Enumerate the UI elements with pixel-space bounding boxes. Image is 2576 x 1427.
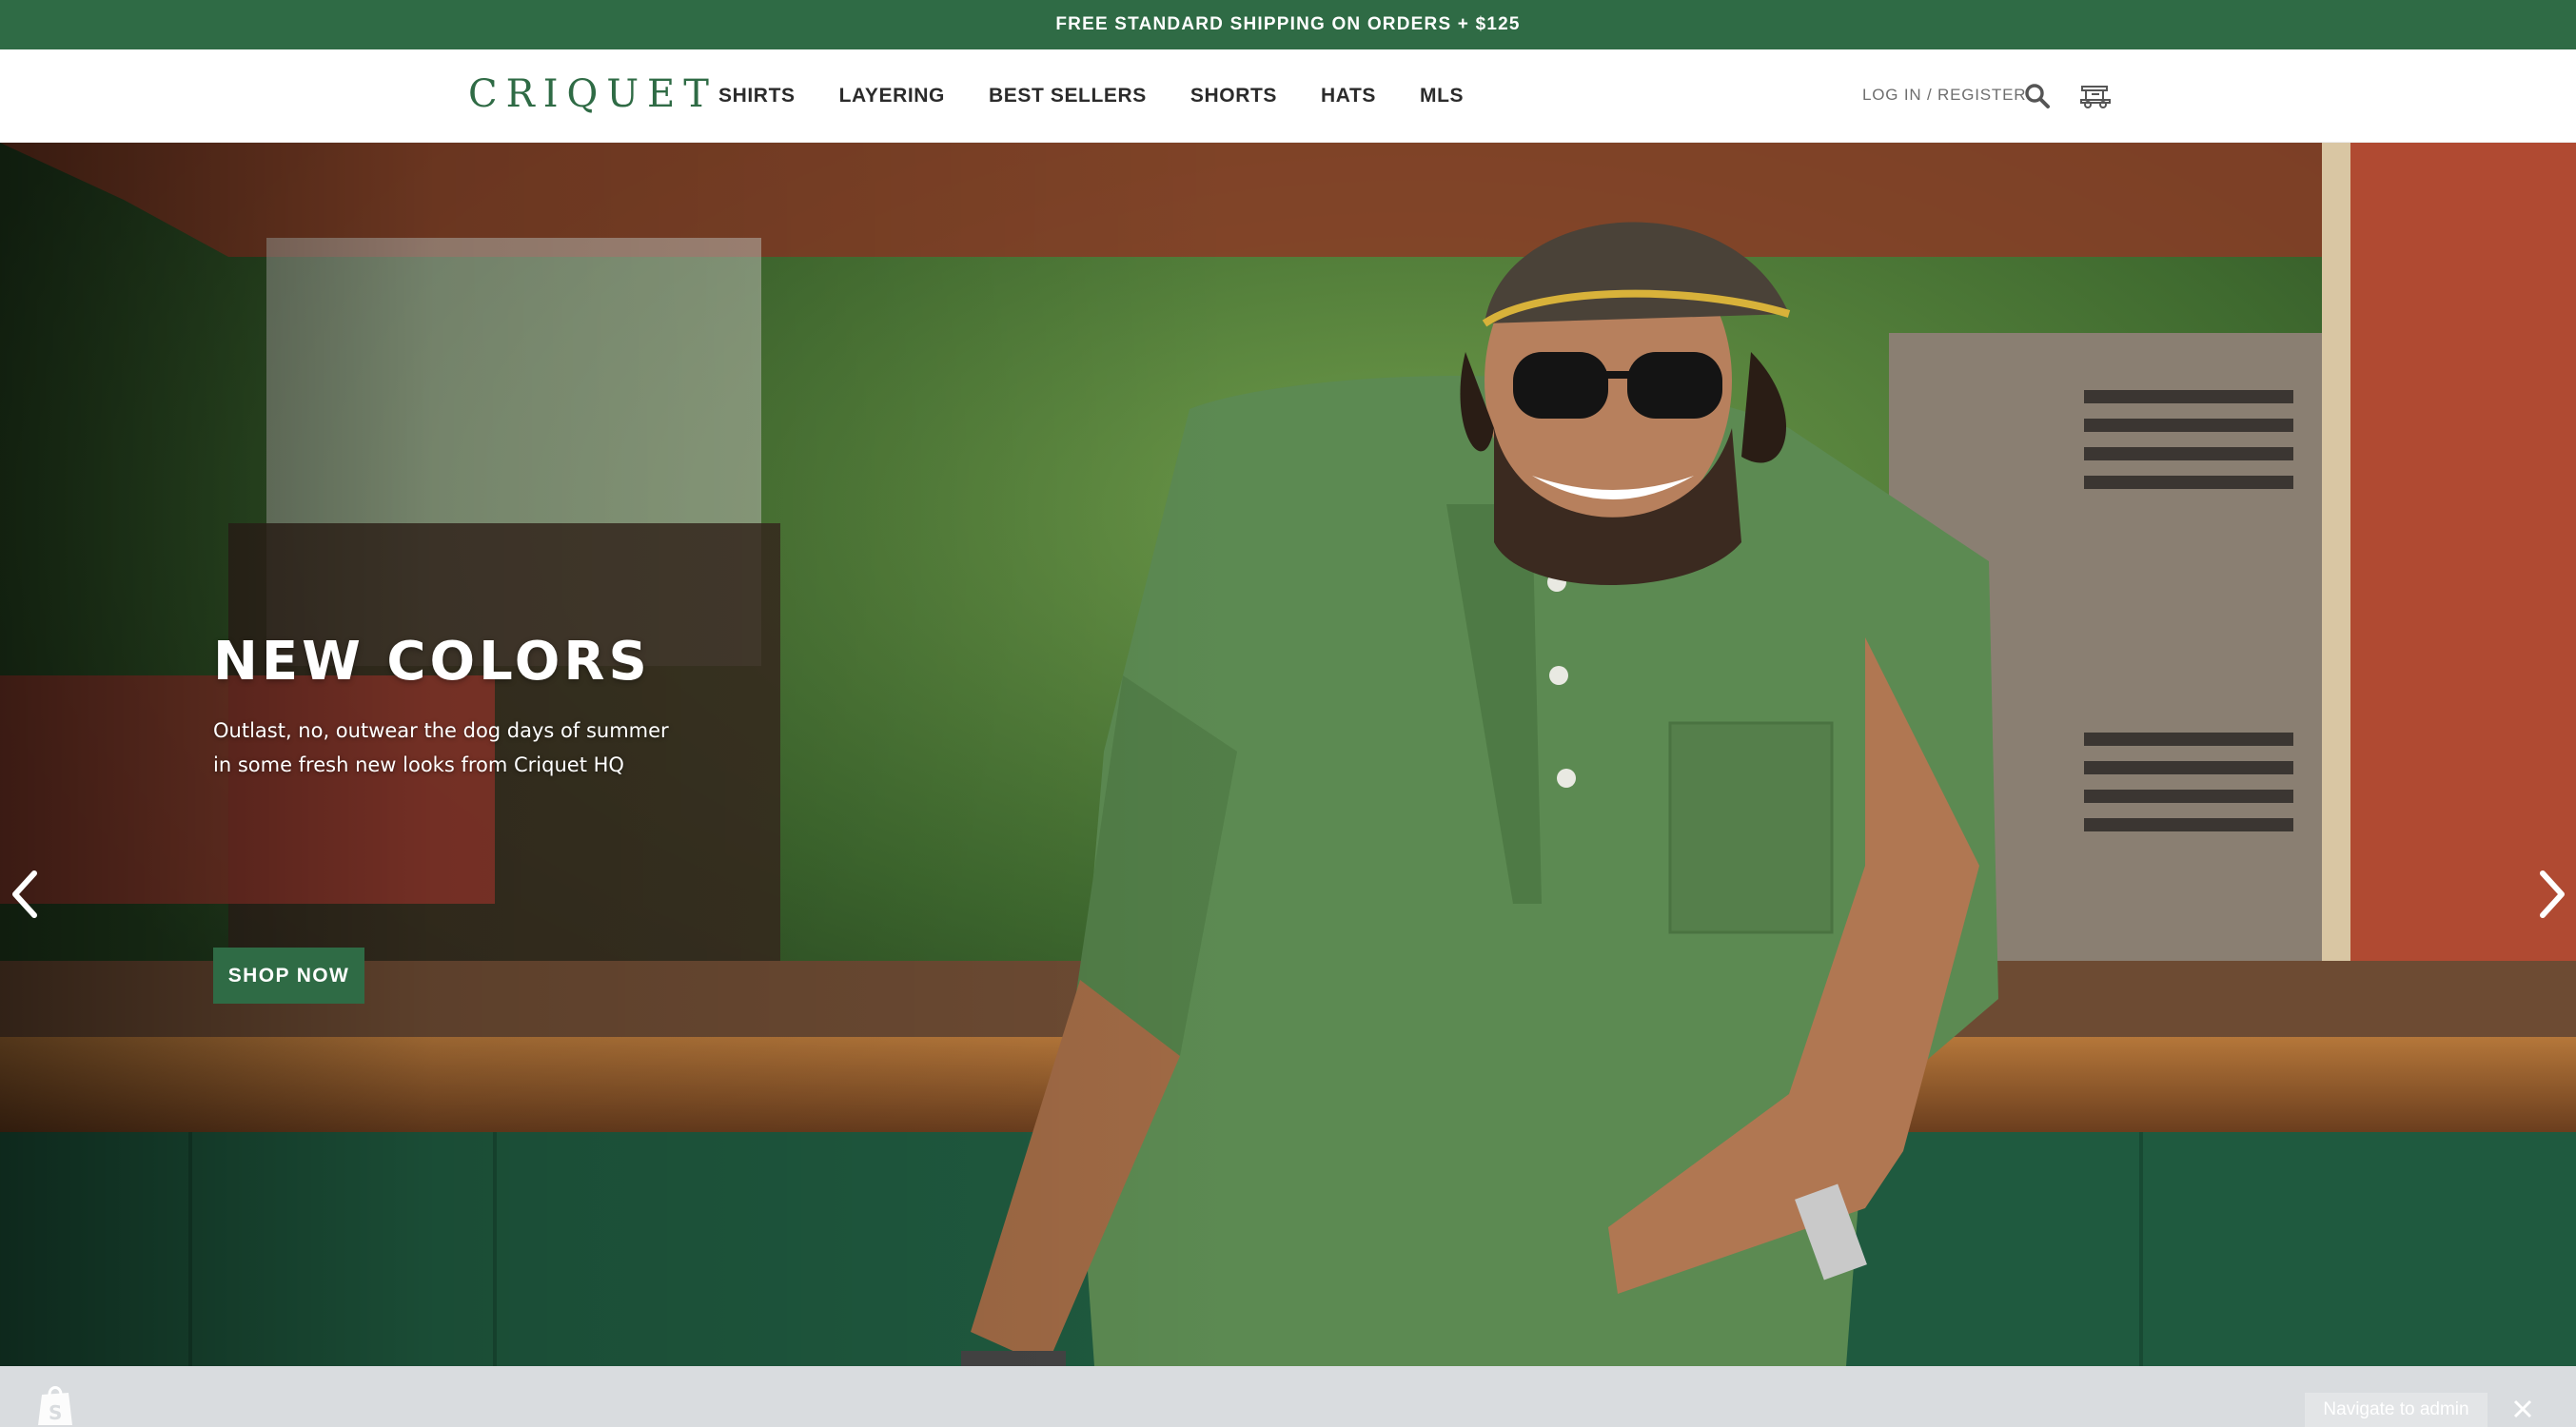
hero-subtitle-line-1: Outlast, no, outwear the dog days of sum… bbox=[213, 719, 669, 742]
site-header: CRIQUET SHIRTS LAYERING BEST SELLERS SHO… bbox=[0, 49, 2576, 143]
nav-item-hats[interactable]: HATS bbox=[1321, 85, 1376, 108]
previous-slide-button[interactable] bbox=[6, 866, 44, 923]
hero-copy: NEW COLORS Outlast, no, outwear the dog … bbox=[213, 635, 746, 782]
hero-slideshow: NEW COLORS Outlast, no, outwear the dog … bbox=[0, 143, 2576, 1366]
nav-item-best-sellers[interactable]: BEST SELLERS bbox=[989, 85, 1147, 108]
next-slide-button[interactable] bbox=[2533, 866, 2571, 923]
nav-item-layering[interactable]: LAYERING bbox=[839, 85, 945, 108]
close-icon bbox=[2513, 1399, 2532, 1418]
cart-button[interactable] bbox=[2075, 78, 2116, 114]
hero-subtitle: Outlast, no, outwear the dog days of sum… bbox=[213, 714, 746, 782]
search-button[interactable] bbox=[2019, 78, 2055, 114]
hero-title: NEW COLORS bbox=[213, 631, 651, 693]
announcement-text: FREE STANDARD SHIPPING ON ORDERS + $125 bbox=[1055, 14, 1521, 34]
shopify-admin-bar: S Navigate to admin bbox=[0, 1366, 2576, 1427]
page: FREE STANDARD SHIPPING ON ORDERS + $125 … bbox=[0, 0, 2576, 1427]
golf-cart-icon bbox=[2080, 86, 2111, 108]
nav-item-shorts[interactable]: SHORTS bbox=[1190, 85, 1277, 108]
nav-item-mls[interactable]: MLS bbox=[1420, 85, 1464, 108]
hero-subtitle-line-2: in some fresh new looks from Criquet HQ bbox=[213, 753, 624, 776]
nav-item-shirts[interactable]: SHIRTS bbox=[718, 85, 796, 108]
shop-now-button[interactable]: SHOP NOW bbox=[213, 948, 364, 1004]
chevron-right-icon bbox=[2540, 870, 2565, 918]
admin-bar-close-button[interactable] bbox=[2508, 1395, 2537, 1423]
main-nav: SHIRTS LAYERING BEST SELLERS SHORTS HATS… bbox=[718, 49, 1464, 143]
login-register-link[interactable]: LOG IN / REGISTER bbox=[1862, 86, 2026, 105]
announcement-bar: FREE STANDARD SHIPPING ON ORDERS + $125 bbox=[0, 0, 2576, 49]
search-icon bbox=[2025, 84, 2050, 108]
svg-text:S: S bbox=[49, 1401, 62, 1424]
shopify-bag-icon: S bbox=[38, 1386, 72, 1425]
navigate-to-admin-button[interactable]: Navigate to admin bbox=[2305, 1393, 2488, 1427]
chevron-left-icon bbox=[12, 870, 37, 918]
brand-logo[interactable]: CRIQUET bbox=[468, 72, 718, 116]
